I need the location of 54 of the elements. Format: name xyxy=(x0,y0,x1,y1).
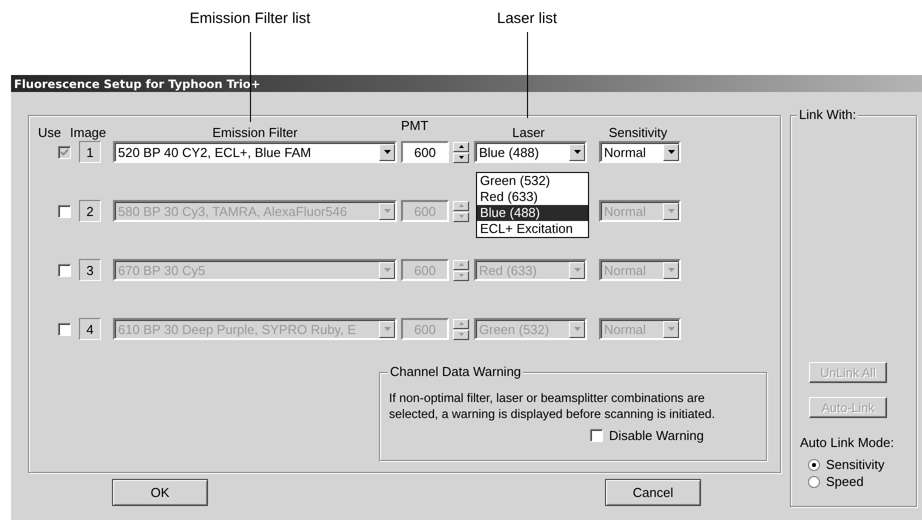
callout-label: Laser list xyxy=(496,10,558,28)
radio-label: Speed xyxy=(826,473,864,490)
spin-up-button[interactable] xyxy=(453,142,469,152)
caret-icon xyxy=(574,327,580,331)
group-title: Channel Data Warning xyxy=(388,364,524,379)
caret-icon xyxy=(668,268,674,272)
down-arrow-icon xyxy=(458,274,464,277)
column-header: Laser xyxy=(511,125,546,140)
radio-label: Sensitivity xyxy=(826,456,885,473)
image-number: 1 xyxy=(79,141,101,163)
image-number: 2 xyxy=(79,200,101,222)
group-title: Link With: xyxy=(797,107,858,122)
ok-button[interactable]: OK xyxy=(112,479,208,506)
checkbox-label: Disable Warning xyxy=(609,428,704,443)
spin-down-button[interactable] xyxy=(453,152,469,162)
image-number: 4 xyxy=(79,318,101,340)
mode-label: Auto Link Mode: xyxy=(800,435,894,450)
emission-filter-dropdown[interactable]: 520 BP 40 CY2, ECL+, Blue FAM xyxy=(113,141,397,163)
warning-text: If non-optimal filter, laser or beamsplitter combinations are selected, a warning is displayed before scanning is initiated. xyxy=(389,390,716,422)
caret-icon xyxy=(574,268,580,272)
caret-icon xyxy=(668,209,674,213)
caret-icon xyxy=(384,209,390,213)
down-arrow-icon xyxy=(458,333,464,336)
column-header: Image xyxy=(70,125,108,140)
laser-option[interactable]: Blue (488) xyxy=(477,205,588,221)
sensitivity-dropdown[interactable]: Normal xyxy=(599,141,681,163)
disable-warning-checkbox[interactable] xyxy=(590,429,603,442)
column-header: Sensitivity xyxy=(608,125,668,140)
window-title: Fluorescence Setup for Typhoon Trio+ xyxy=(14,76,260,90)
down-arrow-icon xyxy=(458,215,464,218)
cancel-button[interactable]: Cancel xyxy=(605,479,701,506)
down-arrow-icon xyxy=(458,156,464,159)
radio-button[interactable] xyxy=(808,476,820,488)
column-header: PMT xyxy=(400,118,430,133)
column-header: Emission Filter xyxy=(211,125,299,140)
callout-label: Emission Filter list xyxy=(190,10,310,28)
laser-option[interactable]: Red (633) xyxy=(477,189,588,205)
up-arrow-icon xyxy=(458,263,464,266)
caret-icon xyxy=(384,327,390,331)
laser-option[interactable]: ECL+ Excitation xyxy=(477,221,588,237)
up-arrow-icon xyxy=(458,204,464,207)
caret-icon xyxy=(574,150,580,154)
up-arrow-icon xyxy=(458,145,464,148)
column-header: Use xyxy=(38,125,62,140)
laser-option[interactable]: Green (532) xyxy=(477,173,588,189)
radio-button[interactable] xyxy=(808,458,820,470)
caret-icon xyxy=(668,327,674,331)
pmt-field[interactable]: 600 xyxy=(401,141,449,163)
image-number: 3 xyxy=(79,259,101,281)
up-arrow-icon xyxy=(458,322,464,325)
caret-icon xyxy=(384,268,390,272)
laser-dropdown[interactable]: Blue (488) xyxy=(474,141,587,163)
caret-icon xyxy=(384,150,390,154)
caret-icon xyxy=(668,150,674,154)
